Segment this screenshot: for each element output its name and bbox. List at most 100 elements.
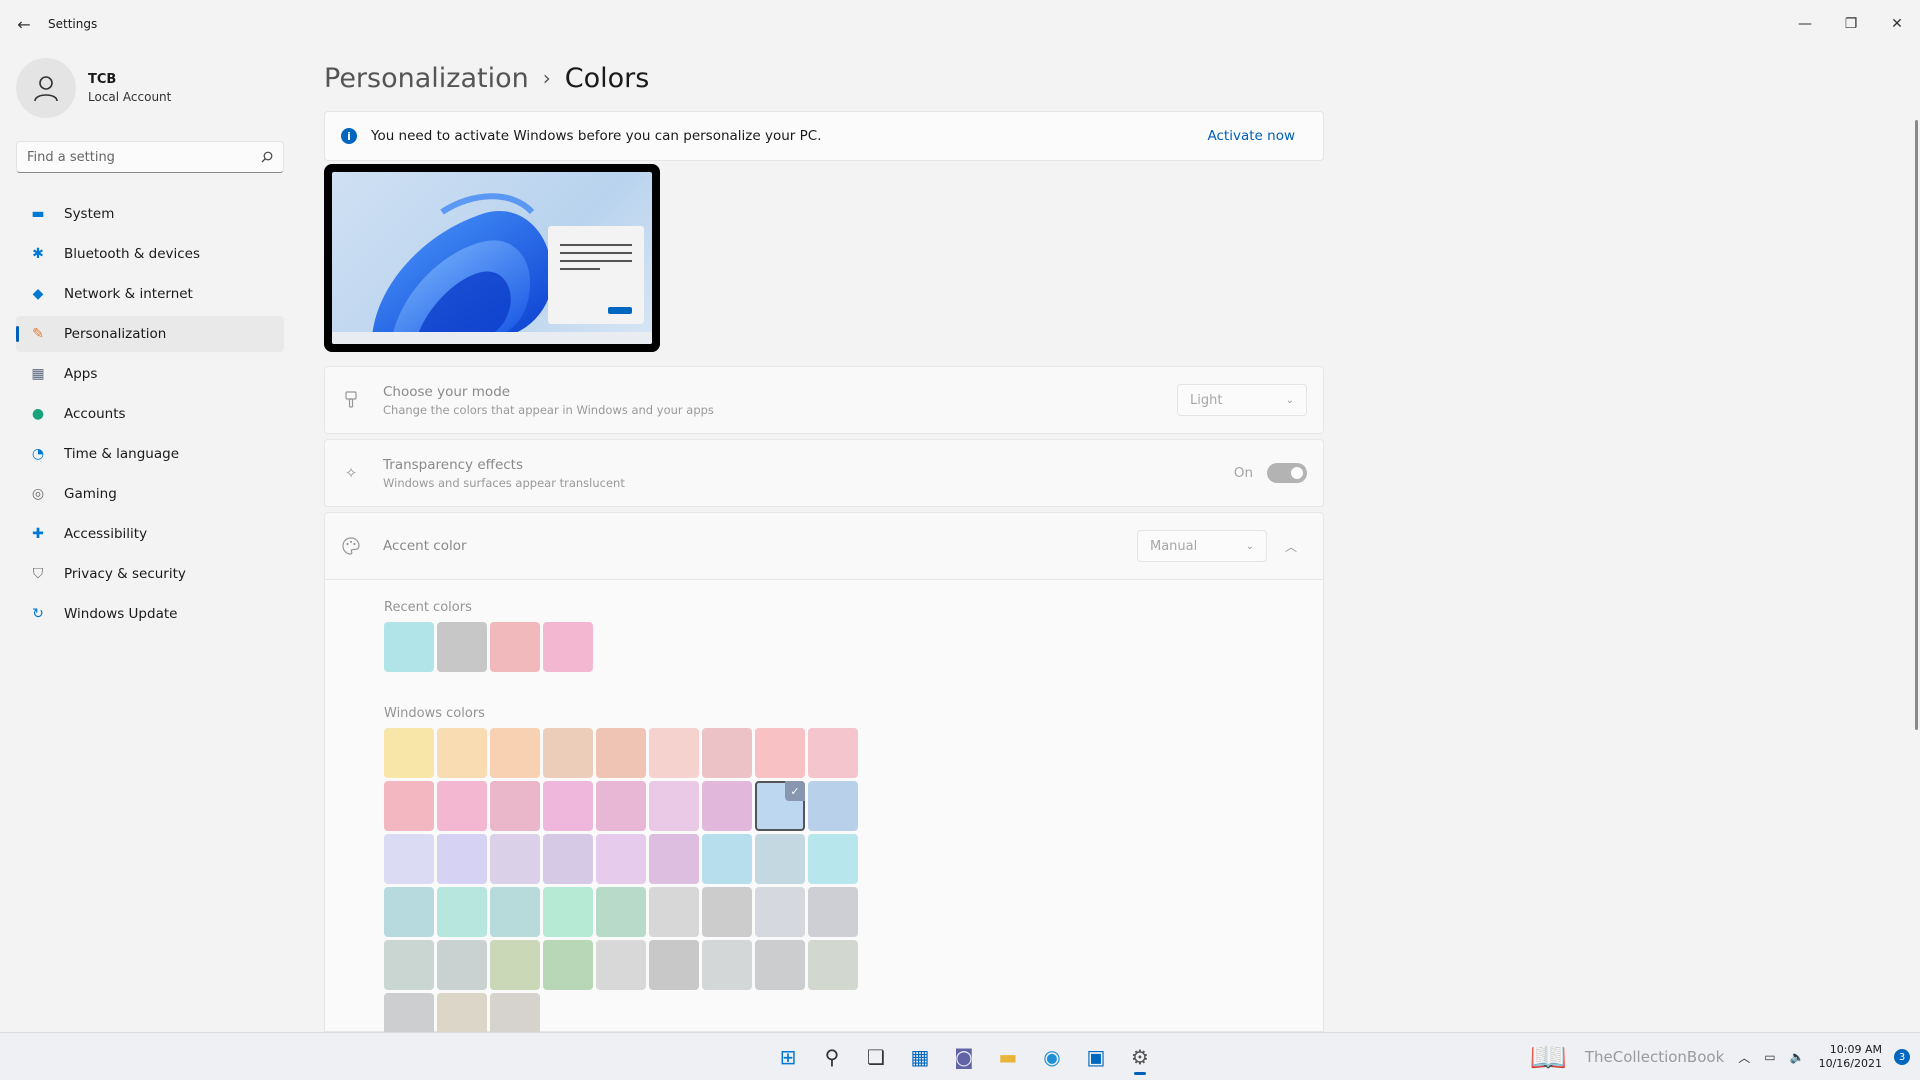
monitor-icon: ▬ (31, 206, 45, 222)
windows-color-swatch[interactable] (702, 940, 752, 990)
windows-color-swatch[interactable] (543, 887, 593, 937)
network-tray-icon[interactable]: ▭ (1764, 1050, 1775, 1064)
windows-color-swatch[interactable]: ✓ (755, 781, 805, 831)
windows-color-swatch[interactable] (755, 887, 805, 937)
windows-color-swatch[interactable] (490, 834, 540, 884)
windows-color-swatch[interactable] (702, 834, 752, 884)
sidebar-item-network-internet[interactable]: ◆ Network & internet (16, 276, 284, 312)
sidebar-item-label: Gaming (64, 486, 117, 502)
recent-color-swatch[interactable] (437, 622, 487, 672)
preview-taskbar (332, 332, 652, 344)
windows-color-swatch[interactable] (808, 887, 858, 937)
notification-badge[interactable]: 3 (1894, 1049, 1910, 1065)
start-icon[interactable]: ⊞ (766, 1037, 810, 1077)
windows-color-swatch[interactable] (543, 781, 593, 831)
sidebar-item-system[interactable]: ▬ System (16, 196, 284, 232)
windows-color-swatch[interactable] (755, 834, 805, 884)
windows-color-swatch[interactable] (755, 940, 805, 990)
settings-icon[interactable]: ⚙ (1118, 1037, 1162, 1077)
windows-color-swatch[interactable] (437, 781, 487, 831)
accent-color-card[interactable]: Accent color Manual ⌄ ︿ (324, 512, 1324, 580)
sidebar-item-apps[interactable]: ▦ Apps (16, 356, 284, 392)
chevron-up-icon[interactable]: ︿ (1275, 530, 1307, 562)
windows-color-swatch[interactable] (437, 834, 487, 884)
windows-color-swatch[interactable] (702, 887, 752, 937)
windows-color-swatch[interactable] (384, 728, 434, 778)
windows-color-swatch[interactable] (649, 940, 699, 990)
accent-dropdown[interactable]: Manual ⌄ (1137, 530, 1267, 562)
windows-color-swatch[interactable] (543, 728, 593, 778)
recent-color-swatch[interactable] (384, 622, 434, 672)
back-arrow-icon[interactable]: ← (0, 0, 48, 48)
sidebar-item-windows-update[interactable]: ↻ Windows Update (16, 596, 284, 632)
windows-color-swatch[interactable] (649, 834, 699, 884)
clock[interactable]: 10:09 AM 10/16/2021 (1819, 1043, 1882, 1071)
windows-color-swatch[interactable] (808, 781, 858, 831)
windows-color-swatch[interactable] (543, 940, 593, 990)
windows-color-swatch[interactable] (437, 940, 487, 990)
info-icon: i (341, 128, 357, 144)
windows-color-swatch[interactable] (384, 887, 434, 937)
sidebar-item-gaming[interactable]: ◎ Gaming (16, 476, 284, 512)
windows-color-swatch[interactable] (384, 940, 434, 990)
sidebar-item-privacy-security[interactable]: ⛉ Privacy & security (16, 556, 284, 592)
activate-now-link[interactable]: Activate now (1208, 128, 1295, 144)
windows-color-swatch[interactable] (490, 887, 540, 937)
windows-color-swatch[interactable] (702, 781, 752, 831)
windows-color-swatch[interactable] (702, 728, 752, 778)
sidebar-item-accounts[interactable]: ● Accounts (16, 396, 284, 432)
windows-color-swatch[interactable] (596, 728, 646, 778)
windows-color-swatch[interactable] (543, 834, 593, 884)
windows-color-swatch[interactable] (596, 834, 646, 884)
windows-color-swatch[interactable] (490, 781, 540, 831)
sidebar-item-time-language[interactable]: ◔ Time & language (16, 436, 284, 472)
search-icon[interactable]: ⚲ (810, 1037, 854, 1077)
transparency-card: ✧ Transparency effects Windows and surfa… (324, 439, 1324, 507)
volume-icon[interactable]: 🔈 (1790, 1050, 1805, 1064)
windows-color-swatch[interactable] (755, 728, 805, 778)
chevron-up-tray-icon[interactable]: ︿ (1738, 1049, 1750, 1066)
widgets-icon[interactable]: ▦ (898, 1037, 942, 1077)
windows-color-swatch[interactable] (649, 728, 699, 778)
windows-color-swatch[interactable] (649, 887, 699, 937)
scrollbar[interactable] (1915, 120, 1918, 730)
recent-color-swatch[interactable] (543, 622, 593, 672)
windows-color-swatch[interactable] (490, 728, 540, 778)
user-profile[interactable]: TCB Local Account (16, 58, 171, 118)
windows-color-swatch[interactable] (490, 940, 540, 990)
windows-color-swatch[interactable] (808, 834, 858, 884)
sidebar-item-bluetooth-devices[interactable]: ✱ Bluetooth & devices (16, 236, 284, 272)
search-box[interactable] (16, 141, 284, 173)
minimize-button[interactable]: — (1782, 0, 1828, 48)
edge-icon[interactable]: ◉ (1030, 1037, 1074, 1077)
store-icon[interactable]: ▣ (1074, 1037, 1118, 1077)
breadcrumb-parent[interactable]: Personalization (324, 63, 529, 94)
windows-color-swatch[interactable] (596, 781, 646, 831)
sidebar-item-accessibility[interactable]: ✚ Accessibility (16, 516, 284, 552)
windows-color-swatch[interactable] (808, 728, 858, 778)
close-button[interactable]: ✕ (1874, 0, 1920, 48)
windows-color-swatch[interactable] (384, 781, 434, 831)
recent-color-swatch[interactable] (490, 622, 540, 672)
search-icon[interactable] (261, 148, 273, 167)
mode-dropdown[interactable]: Light ⌄ (1177, 384, 1307, 416)
chat-icon[interactable]: ◙ (942, 1037, 986, 1077)
sidebar-item-personalization[interactable]: ✎ Personalization (16, 316, 284, 352)
chevron-down-icon: ⌄ (1245, 540, 1254, 552)
maximize-button[interactable]: ❐ (1828, 0, 1874, 48)
window-controls: — ❐ ✕ (1782, 0, 1920, 48)
windows-color-swatch[interactable] (596, 940, 646, 990)
search-input[interactable] (27, 149, 261, 165)
transparency-toggle[interactable] (1267, 463, 1307, 483)
windows-color-swatch[interactable] (384, 834, 434, 884)
windows-color-swatch[interactable] (649, 781, 699, 831)
app-title: Settings (48, 17, 98, 31)
account-type: Local Account (88, 90, 172, 104)
windows-color-swatch[interactable] (808, 940, 858, 990)
palette-icon (341, 536, 361, 556)
windows-color-swatch[interactable] (596, 887, 646, 937)
windows-color-swatch[interactable] (437, 887, 487, 937)
file-explorer-icon[interactable]: ▬ (986, 1037, 1030, 1077)
task-view-icon[interactable]: ❏ (854, 1037, 898, 1077)
windows-color-swatch[interactable] (437, 728, 487, 778)
